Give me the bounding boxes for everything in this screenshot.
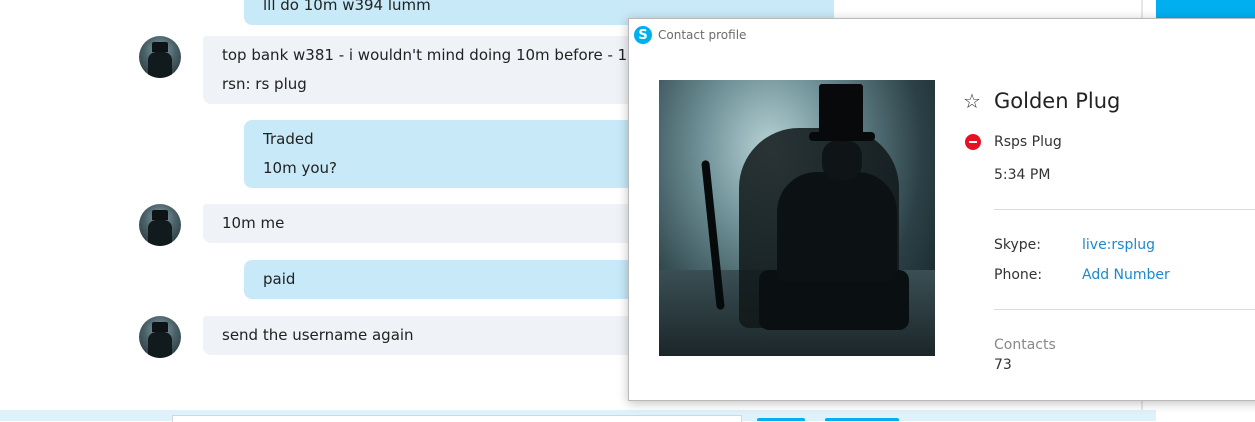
- message-incoming: send the username again: [203, 316, 683, 355]
- divider: [994, 309, 1255, 310]
- message-text: top bank w381 - i wouldn't mind doing 10…: [222, 46, 664, 64]
- divider: [994, 209, 1255, 210]
- message-text: lll do 10m w394 lumm: [263, 0, 431, 14]
- message-incoming: top bank w381 - i wouldn't mind doing 10…: [203, 36, 683, 104]
- mood-message: Rsps Plug: [994, 134, 1062, 150]
- message-text: 10m me: [222, 214, 285, 232]
- avatar[interactable]: [139, 204, 181, 246]
- skype-logo-icon: S: [634, 26, 652, 44]
- message-incoming: 10m me: [203, 204, 683, 243]
- local-time: 5:34 PM: [994, 167, 1051, 183]
- profile-picture: [659, 80, 935, 356]
- contact-name: Golden Plug: [994, 89, 1121, 113]
- contact-profile-window[interactable]: S Contact profile ☆ Golden Plug Rsps Plu…: [628, 18, 1255, 401]
- avatar[interactable]: [139, 36, 181, 78]
- avatar[interactable]: [139, 316, 181, 358]
- skype-id-link[interactable]: live:rsplug: [1082, 235, 1155, 255]
- contacts-count: 73: [994, 357, 1012, 373]
- star-icon[interactable]: ☆: [963, 89, 981, 113]
- message-text: send the username again: [222, 326, 414, 344]
- message-text: rsn: rs plug: [222, 75, 307, 93]
- window-title: Contact profile: [658, 28, 747, 42]
- contacts-label: Contacts: [994, 337, 1056, 353]
- skype-id-label: Skype:: [994, 237, 1041, 253]
- do-not-disturb-icon: [965, 134, 981, 150]
- window-titlebar[interactable]: S Contact profile: [634, 25, 746, 45]
- phone-label: Phone:: [994, 267, 1043, 283]
- add-number-link[interactable]: Add Number: [1082, 265, 1170, 285]
